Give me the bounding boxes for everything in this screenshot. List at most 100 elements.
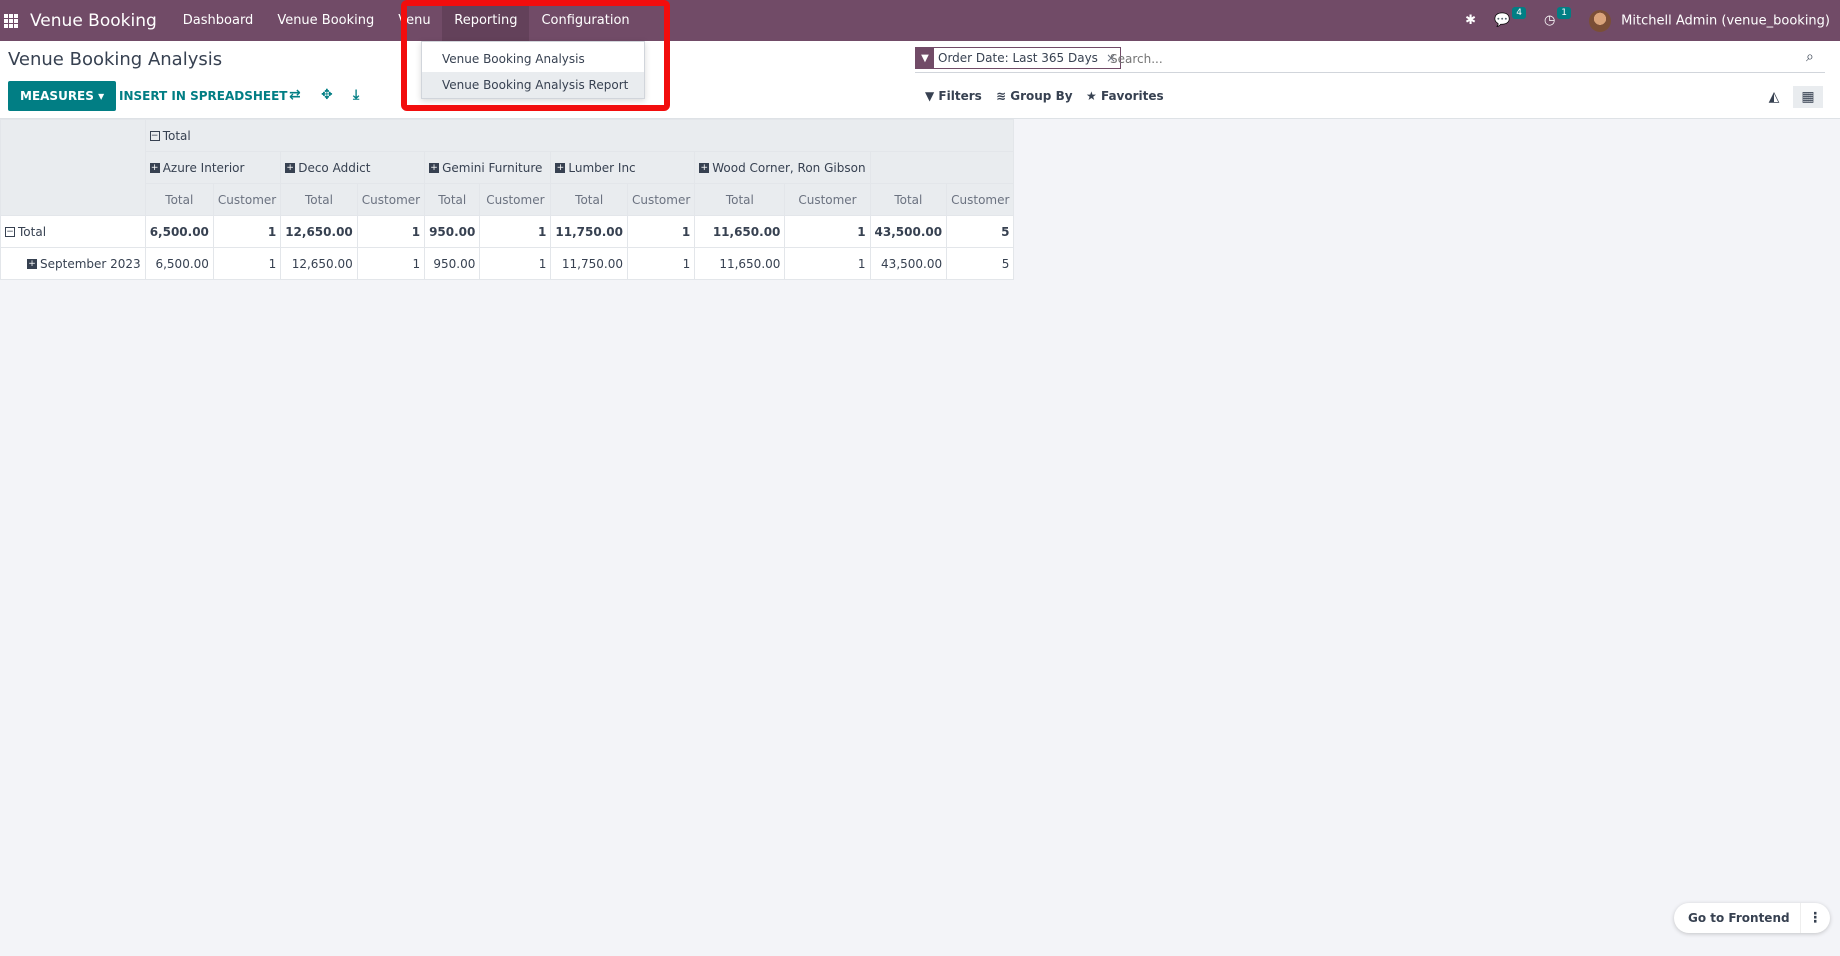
table-cell[interactable]: 11,750.00 (550, 215, 628, 248)
table-cell[interactable]: 1 (626, 247, 696, 280)
star-icon: ★ (1086, 89, 1097, 103)
more-vertical-icon[interactable]: ⋮ (1799, 903, 1830, 933)
menu-item-venue-booking-analysis[interactable]: Venue Booking Analysis (422, 46, 644, 72)
funnel-icon: ▼ (925, 89, 935, 103)
menu-venue[interactable]: Venu (386, 0, 442, 41)
measure-header[interactable]: Customer (626, 183, 696, 216)
measure-header[interactable]: Customer (479, 183, 552, 216)
menu-venue-booking[interactable]: Venue Booking (265, 0, 386, 41)
user-menu[interactable]: Mitchell Admin (venue_booking) (1589, 9, 1830, 32)
measure-header[interactable]: Customer (946, 183, 1015, 216)
search-icon[interactable]: ⌕ (1806, 49, 1814, 65)
table-cell[interactable]: 1 (479, 247, 552, 280)
measure-header[interactable]: Total (550, 183, 628, 216)
filter-icon: ▼ (916, 48, 934, 68)
table-cell[interactable]: 1 (212, 215, 282, 248)
layers-icon: ≋ (996, 89, 1007, 103)
avatar (1589, 9, 1612, 32)
col-header-total[interactable]: − Total (144, 119, 1015, 152)
row-header-september-2023[interactable]: + September 2023 (0, 247, 146, 280)
table-cell[interactable]: 11,650.00 (694, 247, 786, 280)
table-cell[interactable]: 11,750.00 (550, 247, 628, 280)
group-by-button[interactable]: ≋ Group By (996, 89, 1073, 103)
filters-button[interactable]: ▼ Filters (925, 89, 982, 103)
table-cell[interactable]: 1 (212, 247, 282, 280)
table-cell[interactable]: 1 (626, 215, 696, 248)
measure-header[interactable]: Customer (212, 183, 282, 216)
menu-configuration[interactable]: Configuration (529, 0, 641, 41)
menu-item-venue-booking-analysis-report[interactable]: Venue Booking Analysis Report (422, 72, 644, 98)
flip-axis-icon[interactable]: ⇄ (289, 87, 301, 103)
menu-dashboard[interactable]: Dashboard (171, 0, 266, 41)
favorites-button[interactable]: ★ Favorites (1086, 89, 1164, 103)
table-cell[interactable]: 11,650.00 (694, 215, 786, 248)
expand-icon: + (285, 163, 296, 173)
table-row: − Total 6,500.00 1 12,650.00 1 950.00 1 1… (0, 215, 1015, 248)
measure-header[interactable]: Customer (784, 183, 871, 216)
user-name: Mitchell Admin (venue_booking) (1621, 13, 1830, 28)
measures-label: MEASURES (20, 89, 94, 103)
col-header-grand-total (869, 151, 1015, 184)
table-cell[interactable]: 1 (356, 247, 426, 280)
main-navbar: Venue Booking Dashboard Venue Booking Ve… (0, 0, 1840, 41)
apps-menu-icon[interactable] (4, 13, 18, 28)
table-cell[interactable]: 12,650.00 (280, 247, 358, 280)
page-title: Venue Booking Analysis (8, 49, 223, 70)
expand-icon: + (555, 163, 566, 173)
table-cell[interactable]: 5 (946, 247, 1015, 280)
table-cell[interactable]: 1 (356, 215, 426, 248)
expand-icon: + (149, 163, 160, 173)
col-header-azure-interior[interactable]: + Azure Interior (144, 151, 282, 184)
table-cell[interactable]: 950.00 (424, 247, 481, 280)
expand-icon: + (429, 163, 440, 173)
menu-reporting[interactable]: Reporting (442, 0, 530, 41)
table-cell[interactable]: 6,500.00 (144, 215, 214, 248)
messages-badge: 4 (1512, 7, 1526, 19)
activities-badge: 1 (1557, 7, 1572, 19)
collapse-icon: − (5, 227, 15, 237)
expand-icon: + (699, 163, 710, 173)
expand-icon: + (27, 259, 37, 269)
messages-button[interactable]: 💬 4 (1494, 7, 1526, 28)
table-row: + September 2023 6,500.00 1 12,650.00 1 9… (0, 247, 1015, 280)
table-cell[interactable]: 1 (784, 215, 871, 248)
table-cell[interactable]: 6,500.00 (144, 247, 214, 280)
measures-button[interactable]: MEASURES ▾ (8, 81, 117, 111)
table-cell[interactable]: 1 (784, 247, 871, 280)
reporting-dropdown: Venue Booking Analysis Venue Booking Ana… (421, 41, 645, 99)
pivot-corner (0, 119, 146, 216)
debug-icon[interactable]: ✱ (1465, 13, 1476, 28)
measure-header[interactable]: Total (424, 183, 481, 216)
expand-all-icon[interactable]: ✥ (321, 87, 333, 103)
insert-spreadsheet-button[interactable]: INSERT IN SPREADSHEET (119, 81, 288, 111)
table-cell[interactable]: 12,650.00 (280, 215, 358, 248)
pivot-view-icon[interactable]: ▦ (1793, 86, 1823, 108)
col-header-gemini-furniture[interactable]: + Gemini Furniture (424, 151, 552, 184)
col-header-deco-addict[interactable]: + Deco Addict (280, 151, 426, 184)
facet-label: Order Date: Last 365 Days (938, 51, 1098, 65)
graph-view-icon[interactable]: ◭ (1759, 86, 1789, 108)
app-brand[interactable]: Venue Booking (30, 11, 157, 31)
measure-header[interactable]: Customer (356, 183, 426, 216)
col-header-wood-corner[interactable]: + Wood Corner, Ron Gibson (694, 151, 871, 184)
search-underline (915, 72, 1825, 73)
table-cell[interactable]: 5 (946, 215, 1015, 248)
measure-header[interactable]: Total (694, 183, 786, 216)
table-cell[interactable]: 1 (479, 215, 552, 248)
measure-header[interactable]: Total (869, 183, 948, 216)
clock-icon: ◷ (1543, 13, 1556, 28)
table-cell[interactable]: 950.00 (424, 215, 481, 248)
col-header-lumber-inc[interactable]: + Lumber Inc (550, 151, 696, 184)
table-cell[interactable]: 43,500.00 (869, 247, 948, 280)
download-icon[interactable]: ⤓ (353, 87, 359, 103)
pivot-table: − Total + Azure Interior + Deco Addict + Gem… (0, 119, 1015, 280)
row-header-total[interactable]: − Total (0, 215, 146, 248)
measure-header[interactable]: Total (144, 183, 214, 216)
measure-header[interactable]: Total (280, 183, 358, 216)
search-facet: ▼ Order Date: Last 365 Days × (915, 47, 1121, 69)
control-panel: Venue Booking Analysis MEASURES ▾ INSERT… (0, 41, 1840, 119)
search-input[interactable] (1110, 48, 1790, 70)
activities-button[interactable]: ◷ 1 (1543, 7, 1572, 28)
go-to-frontend-button[interactable]: Go to Frontend ⋮ (1674, 903, 1830, 933)
table-cell[interactable]: 43,500.00 (869, 215, 948, 248)
